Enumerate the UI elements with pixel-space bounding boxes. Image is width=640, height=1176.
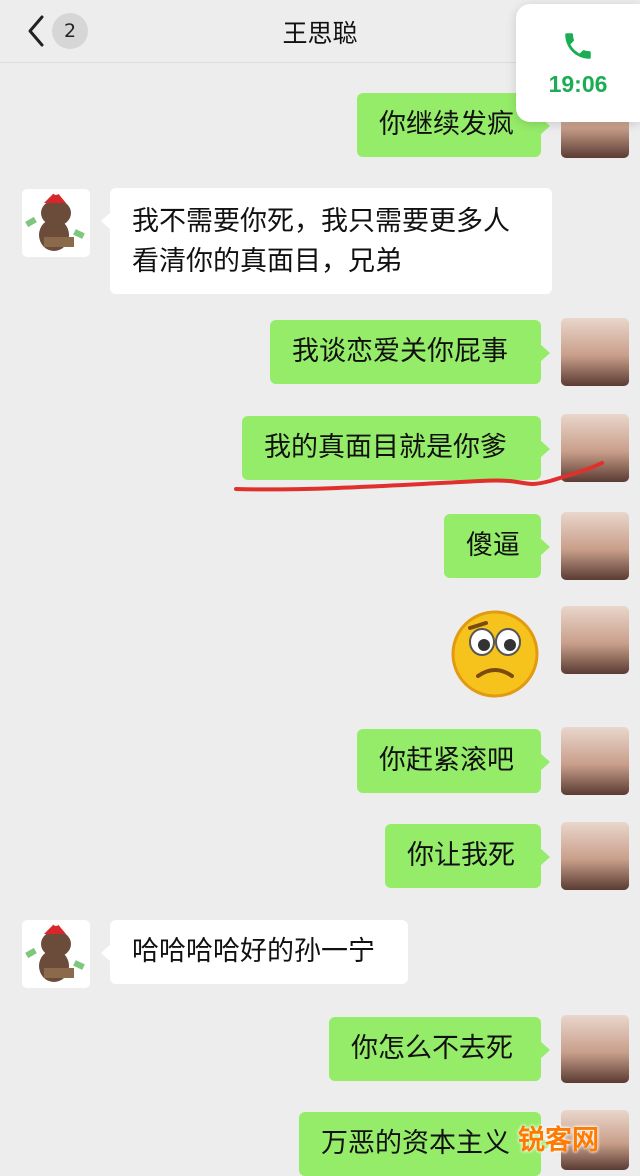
avatar[interactable] [22, 920, 90, 988]
message-bubble[interactable]: 你怎么不去死 [329, 1017, 550, 1081]
message-text: 傻逼 [466, 530, 520, 561]
message-bubble[interactable]: 我谈恋爱关你屁事 [270, 320, 550, 384]
message-bubble[interactable]: 你继续发疯 [357, 93, 550, 157]
message-text-line: 我不需要你死，我只需要更多人 [132, 206, 510, 237]
red-underline-annotation [234, 461, 604, 492]
avatar[interactable] [22, 189, 90, 257]
phone-icon [565, 32, 591, 59]
message-text: 你让我死 [407, 840, 515, 871]
message-bubble[interactable]: 傻逼 [444, 514, 550, 578]
avatar[interactable] [561, 606, 629, 674]
bear-avatar-icon [25, 920, 85, 982]
message-text: 万恶的资本主义 [321, 1128, 510, 1159]
message-text-line: 看清你的真面目，兄弟 [132, 246, 402, 277]
message-text: 哈哈哈哈好的孙一宁 [132, 936, 375, 967]
avatar[interactable] [561, 318, 629, 386]
worried-face-sticker[interactable] [448, 606, 542, 700]
avatar[interactable] [561, 1015, 629, 1083]
message-bubble[interactable]: 你让我死 [385, 824, 550, 888]
avatar[interactable] [561, 727, 629, 795]
avatar[interactable] [561, 822, 629, 890]
message-bubble[interactable]: 哈哈哈哈好的孙一宁 [101, 920, 408, 984]
call-widget[interactable]: 19:06 [516, 4, 640, 122]
message-text: 你怎么不去死 [351, 1033, 513, 1064]
call-duration: 19:06 [548, 70, 608, 97]
message-bubble[interactable]: 我不需要你死，我只需要更多人 看清你的真面目，兄弟 [101, 188, 552, 294]
bear-avatar-icon [25, 189, 85, 251]
message-bubble[interactable]: 万恶的资本主义 [299, 1112, 550, 1176]
message-text: 你赶紧滚吧 [379, 745, 514, 776]
message-bubble[interactable]: 你赶紧滚吧 [357, 729, 550, 793]
message-text: 你继续发疯 [379, 109, 514, 140]
avatar[interactable] [561, 512, 629, 580]
watermark: 锐客网 [518, 1125, 599, 1156]
message-text: 我谈恋爱关你屁事 [292, 336, 508, 367]
